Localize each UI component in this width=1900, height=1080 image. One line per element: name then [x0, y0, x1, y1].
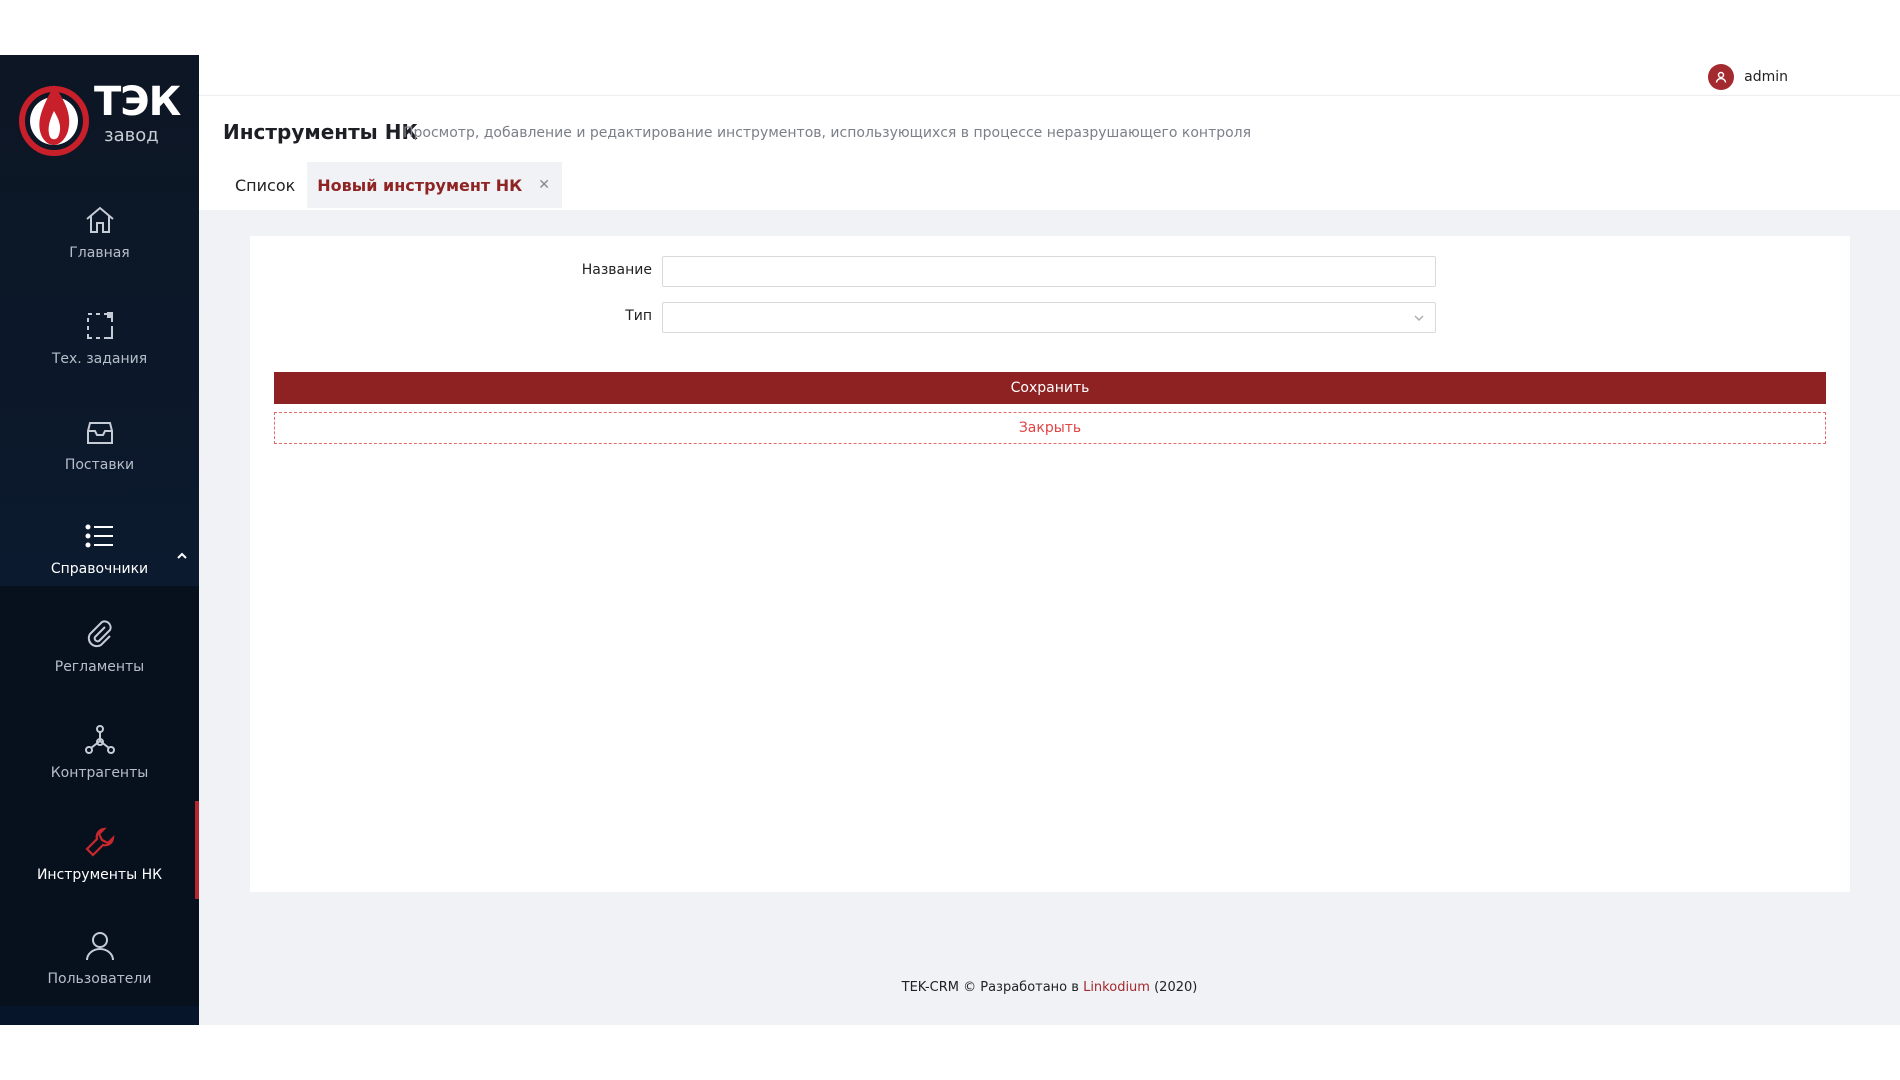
- sidebar-item-contractors[interactable]: Контрагенты: [0, 699, 199, 805]
- footer-link[interactable]: Linkodium: [1083, 980, 1150, 995]
- user-icon: [85, 932, 114, 961]
- name-label: Название: [581, 262, 652, 278]
- avatar: [1708, 64, 1735, 90]
- type-label: Тип: [625, 308, 652, 324]
- wrench-icon: [84, 827, 114, 857]
- sidebar-item-label: Поставки: [64, 457, 135, 473]
- task-icon: [86, 312, 113, 339]
- sidebar-item-directories[interactable]: Справочники: [0, 495, 199, 601]
- page-subtitle: Просмотр, добавление и редактирование ин…: [403, 125, 1252, 141]
- chevron-up-icon[interactable]: [176, 551, 188, 561]
- top-header: admin: [199, 55, 1900, 96]
- sidebar-item-tech-tasks[interactable]: Тех. задания: [0, 285, 199, 391]
- logo-word-zavod: завод: [104, 125, 159, 146]
- sidebar-item-label: Главная: [69, 245, 130, 261]
- sidebar-item-users[interactable]: Пользователи: [0, 905, 199, 1011]
- save-button[interactable]: Сохранить: [274, 372, 1826, 404]
- tab-bar: Список Новый инструмент НК ✕: [223, 162, 562, 208]
- logo-word-tek: ТЭК: [94, 79, 181, 125]
- home-icon: [85, 206, 114, 233]
- tab-label: Новый инструмент НК: [317, 175, 523, 195]
- sidebar-item-label: Тех. задания: [51, 351, 148, 367]
- list-icon: [85, 524, 113, 548]
- sidebar-item-deliveries[interactable]: Поставки: [0, 391, 199, 497]
- page-header: Инструменты НК Просмотр, добавление и ре…: [199, 96, 1900, 210]
- sidebar-item-home[interactable]: Главная: [0, 179, 199, 285]
- footer-year: (2020): [1149, 980, 1198, 995]
- close-icon[interactable]: ✕: [538, 177, 550, 193]
- sidebar-item-label: Пользователи: [47, 971, 152, 987]
- sidebar-item-label: Регламенты: [54, 659, 145, 675]
- sidebar-item-label: Справочники: [50, 561, 149, 577]
- sidebar-item-label: Контрагенты: [50, 765, 149, 781]
- sidebar-item-regulations[interactable]: Регламенты: [0, 593, 199, 699]
- form-card: Название Тип Сохранить Закрыть: [250, 236, 1850, 892]
- footer: TEK-CRM © Разработано в Linkodium (2020): [199, 980, 1900, 995]
- logo[interactable]: ТЭК завод: [18, 73, 188, 165]
- paperclip-icon: [87, 620, 112, 648]
- close-button[interactable]: Закрыть: [274, 412, 1826, 444]
- app-frame: ТЭК завод Главная Тех. задания Поставки: [0, 55, 1900, 1025]
- flame-logo-icon: [19, 85, 89, 156]
- sidebar: ТЭК завод Главная Тех. задания Поставки: [0, 55, 199, 1025]
- name-input[interactable]: [662, 256, 1436, 287]
- page-title: Инструменты НК: [223, 120, 418, 144]
- chevron-down-icon: [1414, 315, 1424, 321]
- tab-list[interactable]: Список: [223, 162, 307, 208]
- sidebar-item-label: Инструменты НК: [36, 867, 163, 883]
- tab-new-tool[interactable]: Новый инструмент НК ✕: [307, 162, 562, 208]
- type-select[interactable]: [662, 302, 1436, 333]
- inbox-icon: [86, 422, 113, 444]
- footer-text: TEK-CRM © Разработано в: [901, 980, 1084, 995]
- tab-label: Список: [235, 175, 296, 195]
- network-icon: [84, 725, 115, 754]
- user-menu[interactable]: admin: [1708, 64, 1788, 90]
- sidebar-item-nk-tools[interactable]: Инструменты НК: [0, 801, 199, 907]
- user-icon: [1715, 71, 1727, 83]
- username: admin: [1744, 69, 1788, 85]
